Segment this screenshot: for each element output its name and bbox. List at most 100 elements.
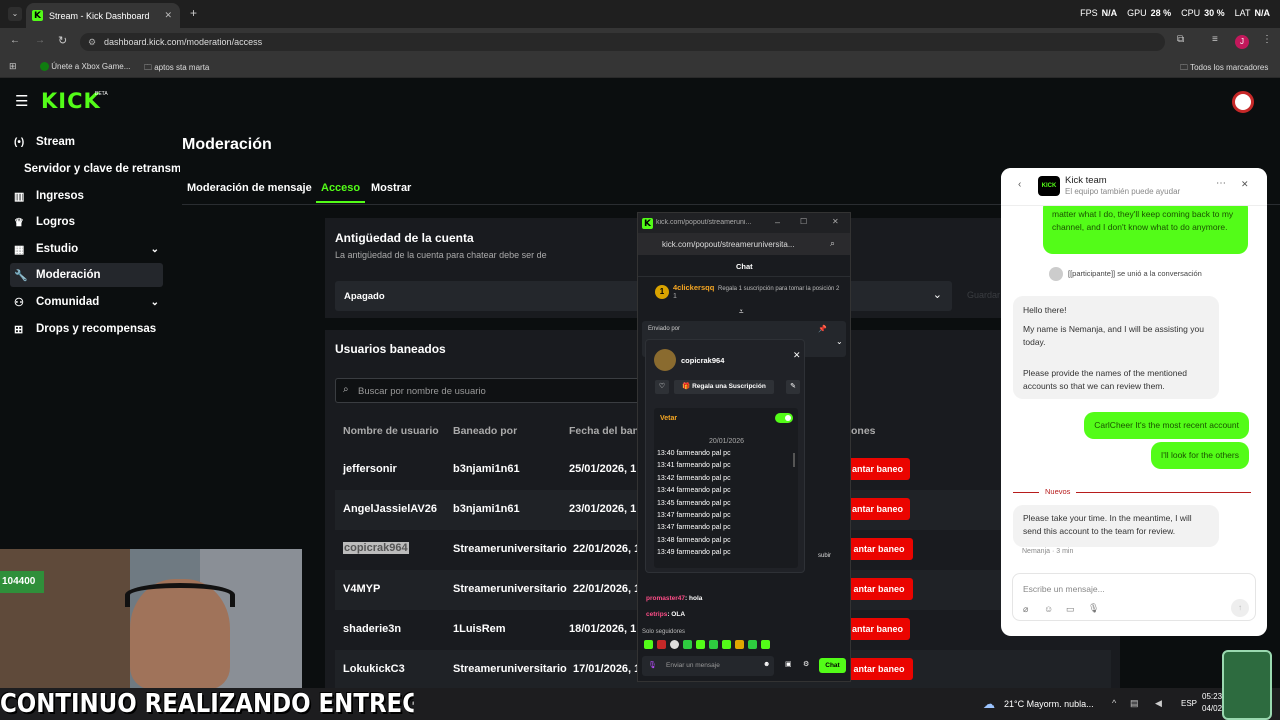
microphone-icon[interactable]: 🎙 [648,661,657,669]
emote-icon[interactable] [696,640,705,649]
bookmark-xbox[interactable]: Únete a Xbox Game... [40,62,131,72]
back-icon[interactable]: ‹ [1018,179,1021,190]
chat-username[interactable]: cetrips [646,611,667,618]
search-icon[interactable]: ⌕ [830,238,835,249]
weather-text[interactable]: 21°C Mayorm. nubla... [1004,699,1094,709]
veto-toggle[interactable] [775,413,793,423]
all-bookmarks[interactable]: 🗀 Todos los marcadores [1180,62,1268,76]
sidebar-item-server-key[interactable]: Servidor y clave de retransm [20,157,180,181]
site-info-icon[interactable]: ⚙ [88,33,96,51]
unban-button[interactable]: antar baneo [845,578,913,600]
weather-icon[interactable]: ☁ [983,697,995,711]
emote-icon[interactable] [748,640,757,649]
sidebar-item-stream[interactable]: (•) Stream [10,130,163,154]
unban-button[interactable]: antar baneo [845,458,910,480]
emote-bar[interactable] [644,640,784,650]
sidebar-item-logros[interactable]: ♛ Logros [10,210,163,234]
gif-icon[interactable]: ▭ [1066,604,1075,615]
chat-username[interactable]: promaster47 [646,595,685,602]
mod-action-icon[interactable]: ✎ [786,380,800,394]
history-scrollbar[interactable] [793,453,795,467]
new-tab-icon[interactable]: + [190,6,197,20]
row-username: LokukickC3 [343,663,405,675]
bookmark-folder-aptos[interactable]: 🗀 aptos sta marta [144,62,209,76]
emote-icon[interactable] [761,640,770,649]
microphone-icon[interactable]: 🎙 [1088,603,1099,614]
attach-icon[interactable]: ⌀ [1023,604,1028,615]
unban-button[interactable]: antar baneo [845,538,913,560]
emote-icon[interactable] [683,640,692,649]
support-message-input[interactable]: Escribe un mensaje... ⌀ ☺ ▭ 🎙 ↑ [1012,573,1256,621]
emote-icon[interactable] [722,640,731,649]
user-card-username[interactable]: copicrak964 [681,356,724,365]
tab-acceso[interactable]: Acceso [316,182,366,203]
more-options-icon[interactable]: ⋯ [1216,178,1226,189]
sidebar-item-moderacion[interactable]: 🔧 Moderación [10,263,163,287]
kick-logo[interactable]: KICK [41,89,101,113]
chat-message-input[interactable]: 🎙 Enviar un mensaje ☻ [642,656,774,676]
message-time: 13:49 [657,549,675,557]
sidebar-item-ingresos[interactable]: ▥ Ingresos [10,184,163,208]
minimize-icon[interactable]: – [775,217,780,227]
forward-icon[interactable]: → [35,35,45,46]
close-icon[interactable]: ✕ [793,350,801,361]
apps-icon[interactable]: ⊞ [9,61,17,72]
unban-button[interactable]: antar baneo [845,498,910,520]
reload-icon[interactable]: ↻ [58,34,67,47]
close-window-icon[interactable]: ✕ [832,217,839,226]
sidebar-item-comunidad[interactable]: ⚇ Comunidad ⌄ [10,290,163,314]
chevron-down-icon[interactable]: ⌄ [151,244,159,255]
trophy-icon: ♛ [14,216,24,229]
network-icon[interactable]: ▤ [1130,698,1139,709]
chevron-down-icon[interactable]: ⌄ [151,297,159,308]
clock-time[interactable]: 05:23 [1202,692,1222,701]
emoji-icon[interactable]: ☺ [1044,604,1053,614]
chevron-down-icon[interactable]: ⌄ [836,337,843,346]
pin-icon[interactable]: 📌 [818,325,827,333]
emote-icon[interactable] [709,640,718,649]
close-icon[interactable]: ✕ [1241,179,1249,190]
extensions-icon[interactable]: ⧉ [1177,34,1184,45]
gift-sub-button[interactable]: 🎁 Regala una Suscripción [674,380,774,394]
emoji-icon[interactable]: ☻ [763,661,770,668]
profile-avatar[interactable]: J [1235,35,1249,49]
tab-moderacion-mensaje[interactable]: Moderación de mensaje [187,182,312,194]
tab-mostrar[interactable]: Mostrar [371,182,411,194]
media-icon[interactable]: ≡ [1212,34,1218,45]
gift-icon[interactable]: ▣ [785,660,792,668]
popout-url-bar[interactable]: kick.com/popout/streameruniversita... ⌕ [638,233,850,255]
message-text: farmeando pal pc [676,524,731,532]
back-icon[interactable]: ← [10,35,20,46]
address-bar[interactable]: ⚙ dashboard.kick.com/moderation/access [80,33,1165,51]
bookmark-label: Únete a Xbox Game... [51,62,131,71]
close-tab-icon[interactable]: ✕ [164,10,172,21]
unban-button[interactable]: antar baneo [845,658,913,680]
chat-send-button[interactable]: Chat [819,658,846,673]
gear-icon[interactable]: ⚙ [803,660,809,668]
sidebar-item-estudio[interactable]: ▦ Estudio ⌄ [10,237,163,261]
menu-icon[interactable]: ⋮ [1262,34,1272,45]
hamburger-icon[interactable]: ☰ [15,92,28,110]
volume-icon[interactable]: ◀ [1155,698,1162,709]
emote-icon[interactable] [735,640,744,649]
sidebar-item-drops[interactable]: ⊞ Drops y recompensas [10,317,163,341]
emote-icon[interactable] [670,640,679,649]
save-button[interactable]: Guardar [967,290,1000,300]
emote-icon[interactable] [657,640,666,649]
language-indicator[interactable]: ESP [1181,699,1197,708]
clock-date[interactable]: 04/02/ [1202,704,1224,713]
browser-tab[interactable]: K Stream - Kick Dashboard ✕ [26,3,180,28]
tab-menu-icon[interactable]: ⌄ [8,7,22,21]
user-avatar[interactable] [1232,91,1254,113]
unban-button[interactable]: antar baneo [845,618,910,640]
gifter-username[interactable]: 4clickersqq [673,283,714,292]
history-message: 13:49 farmeando pal pc [657,549,787,561]
studio-icon: ▦ [14,243,25,256]
emote-icon[interactable] [644,640,653,649]
banned-search-input[interactable]: ⌕ Buscar por nombre de usuario [335,378,645,403]
filter-icon[interactable]: ⩡ [739,307,744,317]
tray-chevron-icon[interactable]: ^ [1112,698,1116,708]
maximize-icon[interactable]: ☐ [800,217,807,226]
send-button[interactable]: ↑ [1231,599,1249,617]
follow-heart-icon[interactable]: ♡ [655,380,669,394]
